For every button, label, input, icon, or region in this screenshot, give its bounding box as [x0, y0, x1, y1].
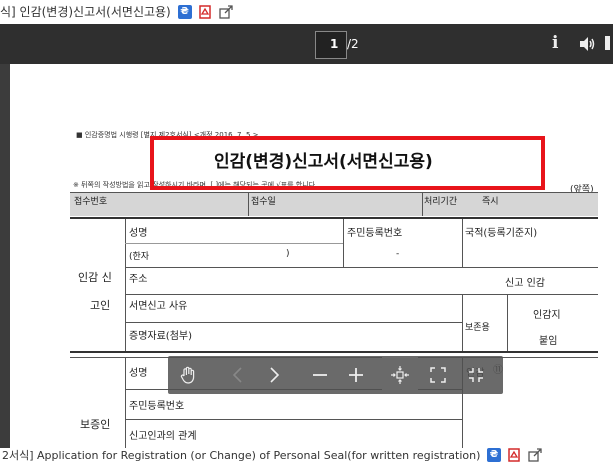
header-title: 식] 인감(변경)신고서(서면신고용)	[0, 5, 171, 19]
written-reason-label: 서면신고 사유	[129, 301, 188, 312]
reporter-section-label-line2: 고인	[90, 299, 111, 312]
divider	[125, 357, 126, 448]
page-total: /2	[347, 37, 359, 51]
seal-attach-label: 인감지	[533, 310, 561, 321]
name-label: 성명	[129, 228, 148, 239]
pdf-icon[interactable]	[198, 4, 212, 19]
evidence-label: 증명자료(첨부)	[129, 331, 193, 342]
divider	[125, 243, 343, 244]
divider	[125, 267, 598, 268]
exit-fullscreen-icon[interactable]	[458, 356, 494, 394]
divider	[462, 219, 463, 267]
divider	[125, 322, 462, 323]
info-icon[interactable]: i	[552, 33, 558, 53]
guarantor-name-label: 성명	[129, 368, 148, 379]
relation-label: 신고인과의 관계	[129, 431, 197, 442]
receipt-row	[70, 192, 598, 216]
divider	[70, 192, 598, 193]
more-icon[interactable]	[605, 36, 610, 50]
hanja-close: )	[286, 249, 290, 259]
divider	[70, 217, 598, 219]
guarantor-resident-number-label: 주민등록번호	[129, 401, 185, 412]
divider	[462, 294, 463, 352]
reporter-section-label-line1: 인감 신	[78, 271, 112, 284]
bookmark-icon[interactable]: ₴	[486, 448, 501, 462]
footer-title: 2서식] Application for Registration (or Ch…	[2, 449, 481, 462]
divider	[125, 419, 462, 420]
share-icon[interactable]	[219, 4, 233, 19]
divider	[343, 219, 344, 267]
footer-title-row: 2서식] Application for Registration (or Ch…	[2, 447, 542, 463]
divider	[125, 294, 598, 295]
receipt-number-label: 접수번호	[74, 197, 108, 207]
viewer-toolbar	[0, 24, 613, 64]
nationality-label: 국적(등록기준지)	[465, 228, 538, 239]
next-page-icon[interactable]	[256, 356, 292, 394]
header-title-row: 식] 인감(변경)신고서(서면신고용) ₴	[0, 3, 233, 20]
processing-period-value: 즉시	[482, 197, 499, 207]
zoom-in-icon[interactable]	[338, 356, 374, 394]
highlight-box	[150, 136, 545, 190]
divider	[70, 351, 598, 353]
receipt-date-label: 접수일	[251, 197, 276, 207]
resident-number-label: 주민등록번호	[347, 228, 403, 239]
storage-label: 보존용	[465, 323, 490, 333]
hand-tool-icon[interactable]	[170, 356, 206, 394]
address-label: 주소	[129, 274, 148, 285]
bookmark-icon[interactable]: ₴	[177, 4, 192, 19]
zoom-out-icon[interactable]	[302, 356, 338, 394]
guarantor-section-label: 보증인	[80, 418, 111, 431]
share-icon[interactable]	[528, 448, 542, 462]
fit-page-icon[interactable]	[382, 356, 418, 394]
divider	[422, 192, 423, 216]
report-seal-label: 신고 인감	[505, 278, 545, 289]
divider	[125, 219, 126, 351]
hanja-label: (한자	[129, 252, 150, 262]
pdf-icon[interactable]	[507, 448, 521, 462]
sound-icon[interactable]	[578, 35, 596, 53]
fullscreen-icon[interactable]	[420, 356, 456, 394]
divider	[507, 294, 508, 352]
divider	[248, 192, 249, 216]
resident-number-dash: -	[396, 249, 400, 259]
pdf-floating-toolbar	[168, 356, 503, 394]
paste-label: 붙임	[539, 336, 558, 347]
processing-period-label: 처리기간	[424, 197, 458, 207]
prev-page-icon[interactable]	[220, 356, 256, 394]
current-page[interactable]: 1	[330, 37, 338, 51]
